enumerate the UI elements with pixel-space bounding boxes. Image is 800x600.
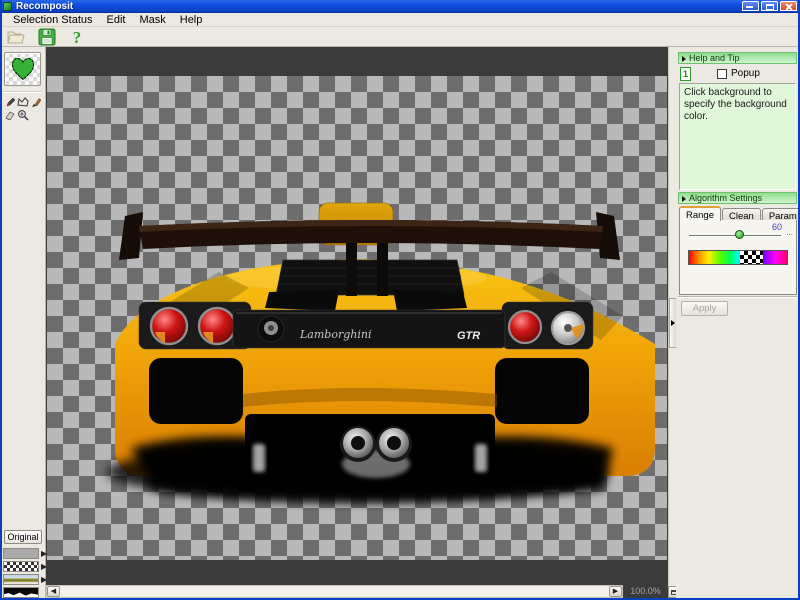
background-thumb-solid-row: ▶: [3, 548, 47, 559]
svg-text:?: ?: [73, 28, 82, 46]
menu-edit[interactable]: Edit: [100, 13, 133, 27]
magnifier-icon: [17, 109, 29, 121]
mask-thumb-row: [3, 587, 39, 598]
horizontal-scrollbar[interactable]: ◀ ▶: [46, 585, 623, 598]
help-step-row: 1 Popup: [678, 65, 797, 82]
range-tab-panel: 60 ...: [679, 220, 797, 295]
popup-checkbox[interactable]: [717, 69, 727, 79]
tool-grid: [4, 96, 44, 121]
polygon-lasso-tool[interactable]: [17, 96, 29, 108]
app-icon: [3, 2, 12, 11]
eraser-icon: [4, 110, 16, 120]
help-and-tip-header[interactable]: Help and Tip: [678, 52, 797, 64]
toolbar: ?: [0, 27, 800, 47]
mask-blob-shape: [4, 591, 38, 597]
slider-more-button[interactable]: ...: [786, 228, 793, 237]
zoom-level-readout: 100.0%: [623, 585, 668, 598]
save-floppy-icon: [38, 28, 56, 46]
toolbar-separator: [3, 91, 42, 93]
mask-selection-tool[interactable]: [4, 52, 41, 86]
close-button[interactable]: [780, 1, 797, 11]
open-button[interactable]: [6, 28, 28, 46]
pen-icon: [5, 97, 16, 108]
algorithm-tabbar: Range Clean Param: [679, 206, 797, 221]
range-slider-thumb[interactable]: [735, 230, 744, 239]
close-icon: [781, 2, 796, 10]
canvas: Lamborghini GTR: [46, 47, 668, 585]
brush-icon: [31, 97, 42, 108]
scroll-right-icon[interactable]: ▶: [609, 586, 622, 597]
background-thumb-checker-row: ▶: [3, 561, 47, 572]
minimize-icon: [746, 6, 753, 8]
background-thumb-solid[interactable]: [3, 548, 39, 559]
header-arrow-icon: [682, 196, 686, 202]
background-thumb-checker[interactable]: [3, 561, 39, 572]
help-header-label: Help and Tip: [689, 53, 740, 63]
transparent-range-segment: [740, 251, 764, 264]
panel-separator: [678, 296, 797, 298]
menu-bar: Selection Status Edit Mask Help: [0, 13, 800, 27]
background-thumb-landscape-row: ▶: [3, 574, 47, 585]
help-button[interactable]: ?: [66, 28, 88, 46]
mask-thumb[interactable]: [3, 587, 39, 598]
tool-sidebar: Original ▶ ▶ ▶: [0, 47, 46, 600]
zoom-tool[interactable]: [17, 109, 29, 121]
tip-text-box: Click background to specify the backgrou…: [679, 83, 796, 190]
color-range-bar[interactable]: [688, 250, 788, 265]
open-folder-icon: [7, 29, 27, 45]
menu-mask[interactable]: Mask: [132, 13, 172, 27]
right-panel: Help and Tip 1 Popup Click background to…: [676, 47, 800, 600]
car-brand-text: Lamborghini: [299, 328, 371, 341]
panel-splitter: [668, 47, 676, 585]
tab-range[interactable]: Range: [679, 206, 721, 221]
background-thumb-landscape[interactable]: [3, 574, 39, 585]
save-button[interactable]: [36, 28, 58, 46]
help-question-icon: ?: [69, 28, 85, 46]
step-page-icon: 1: [680, 67, 691, 81]
algorithm-header-label: Algorithm Settings: [689, 193, 762, 203]
car-image: Lamborghini GTR: [47, 76, 667, 560]
pen-tool[interactable]: [4, 96, 16, 108]
maximize-icon: [766, 4, 774, 10]
range-slider-value: 60: [772, 222, 782, 232]
algorithm-settings-header[interactable]: Algorithm Settings: [678, 192, 797, 204]
image-area[interactable]: Lamborghini GTR: [47, 76, 667, 560]
car-badge-text: GTR: [457, 330, 480, 342]
header-arrow-icon: [682, 56, 686, 62]
apply-button[interactable]: Apply: [681, 301, 728, 316]
eraser-tool[interactable]: [4, 109, 16, 121]
collapse-arrow-icon: [671, 320, 675, 326]
titlebar: Recomposit: [0, 0, 800, 13]
polygon-lasso-icon: [17, 97, 29, 108]
popup-label: Popup: [731, 68, 760, 79]
menu-help[interactable]: Help: [173, 13, 210, 27]
menu-selection-status[interactable]: Selection Status: [6, 13, 100, 27]
minimize-button[interactable]: [742, 1, 759, 11]
brush-tool[interactable]: [30, 96, 42, 108]
window-title: Recomposit: [16, 1, 742, 12]
original-view-button[interactable]: Original: [4, 530, 42, 544]
scroll-left-icon[interactable]: ◀: [47, 586, 60, 597]
mask-blob-icon: [9, 56, 37, 82]
maximize-button[interactable]: [761, 1, 778, 11]
